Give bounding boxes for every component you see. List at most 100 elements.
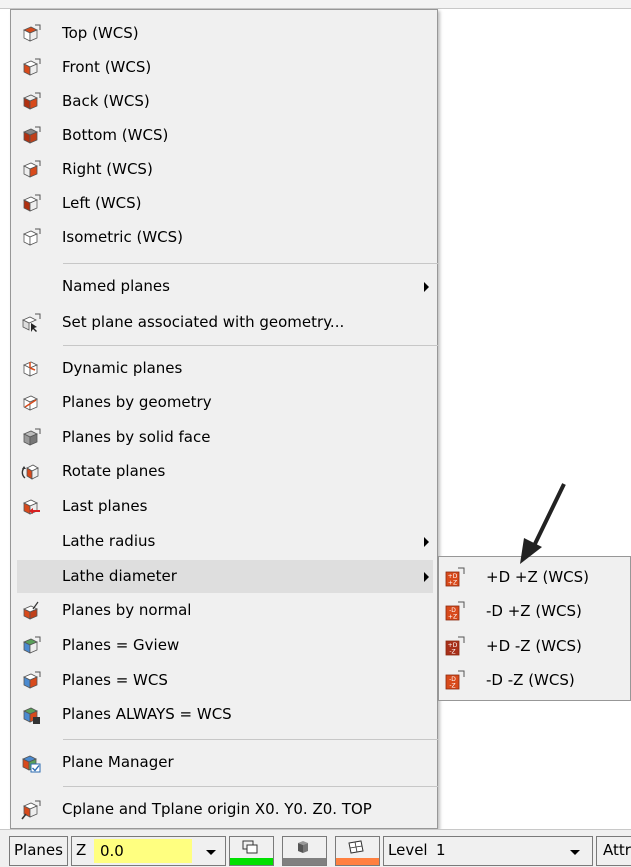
submenu-item-minus-d-plus-z[interactable]: -D +Z -D +Z (WCS) [442, 594, 628, 628]
menu-item-last-planes[interactable]: Last planes [17, 490, 433, 523]
solid-color-bar [283, 858, 326, 865]
menu-item-label: Planes = Gview [62, 636, 180, 654]
plane-gview-icon [23, 636, 41, 654]
callout-arrow-icon [520, 483, 566, 564]
lathe-diameter-submenu: +D +Z +D +Z (WCS) -D +Z -D +Z (WCS) +D -… [438, 556, 631, 701]
cplane-origin-icon [21, 800, 41, 820]
menu-item-dynamic-planes[interactable]: Dynamic planes [17, 352, 433, 385]
menu-item-lathe-diameter[interactable]: Lathe diameter [17, 560, 433, 593]
menu-item-label: Set plane associated with geometry... [62, 313, 345, 331]
svg-text:+Z: +Z [448, 614, 457, 621]
menu-item-label: Front (WCS) [62, 58, 152, 76]
menu-item-left-wcs[interactable]: Left (WCS) [17, 187, 433, 220]
menu-item-front-wcs[interactable]: Front (WCS) [17, 51, 433, 84]
submenu-arrow-icon [424, 572, 429, 582]
z-depth-field[interactable]: Z 0.0 [71, 836, 226, 866]
menu-item-label: Last planes [62, 497, 148, 515]
dynamic-plane-icon [23, 361, 38, 377]
menu-item-plane-manager[interactable]: Plane Manager [17, 746, 433, 779]
submenu-item-label: +D -Z (WCS) [486, 637, 582, 655]
svg-text:+Z: +Z [448, 580, 457, 587]
wireframe-color-icon [242, 840, 258, 854]
menu-item-top-wcs[interactable]: Top (WCS) [17, 17, 433, 50]
planes-label: Planes [14, 841, 63, 859]
menu-item-right-wcs[interactable]: Right (WCS) [17, 153, 433, 186]
menu-item-label: Plane Manager [62, 753, 174, 771]
level-value[interactable]: 1 [436, 841, 446, 859]
wireframe-color-bar [230, 858, 273, 865]
surface-color-bar [336, 858, 379, 865]
menu-item-label: Lathe diameter [62, 567, 177, 585]
submenu-arrow-icon [424, 537, 429, 547]
attributes-label: Attri [603, 841, 631, 859]
level-label: Level [388, 841, 428, 859]
menu-item-label: Bottom (WCS) [62, 126, 169, 144]
level-dropdown-icon[interactable] [570, 850, 580, 855]
planes-button[interactable]: Planes [9, 836, 68, 866]
submenu-item-label: -D +Z (WCS) [486, 602, 582, 620]
z-dropdown-icon[interactable] [206, 850, 216, 855]
menu-item-named-planes[interactable]: Named planes [17, 270, 433, 303]
menu-item-set-plane-associated[interactable]: Set plane associated with geometry... [17, 306, 433, 339]
menu-item-label: Top (WCS) [62, 24, 139, 42]
menu-separator [63, 786, 438, 787]
z-value: 0.0 [100, 842, 124, 860]
menu-item-label: Back (WCS) [62, 92, 150, 110]
menu-item-cplane-tplane-origin[interactable]: Cplane and Tplane origin X0. Y0. Z0. TOP [17, 793, 433, 826]
status-bar: Planes Z 0.0 Level 1 Attr [0, 829, 631, 867]
menu-item-lathe-radius[interactable]: Lathe radius [17, 525, 433, 558]
menu-item-planes-wcs[interactable]: Planes = WCS [17, 664, 433, 697]
menu-item-label: Isometric (WCS) [62, 228, 184, 246]
menu-item-label: Cplane and Tplane origin X0. Y0. Z0. TOP [62, 800, 372, 818]
menu-separator [63, 739, 438, 740]
menu-item-label: Planes = WCS [62, 671, 168, 689]
menu-item-label: Planes by solid face [62, 428, 211, 446]
menu-item-planes-by-solid-face[interactable]: Planes by solid face [17, 421, 433, 454]
menu-item-label: Right (WCS) [62, 160, 153, 178]
svg-text:-Z: -Z [449, 649, 455, 656]
submenu-item-minus-d-minus-z[interactable]: -D -Z -D -Z (WCS) [442, 663, 628, 697]
cube-top-icon [23, 24, 41, 42]
top-strip [0, 0, 631, 9]
z-value-input[interactable]: 0.0 [94, 839, 192, 863]
lathe-plus-d-plus-z-icon: +D +Z [445, 567, 465, 587]
menu-separator [63, 263, 438, 264]
submenu-item-plus-d-minus-z[interactable]: +D -Z +D -Z (WCS) [442, 629, 628, 663]
menu-item-planes-always-wcs[interactable]: Planes ALWAYS = WCS [17, 698, 433, 731]
submenu-arrow-icon [424, 282, 429, 292]
attributes-button[interactable]: Attri [596, 836, 631, 866]
menu-separator [63, 345, 438, 346]
menu-item-label: Planes by geometry [62, 393, 212, 411]
submenu-item-label: -D -Z (WCS) [486, 671, 575, 689]
menu-item-planes-gview[interactable]: Planes = Gview [17, 629, 433, 662]
plane-by-geometry-icon [23, 395, 38, 411]
menu-item-back-wcs[interactable]: Back (WCS) [17, 85, 433, 118]
solid-color-button[interactable] [282, 836, 327, 866]
svg-text:-Z: -Z [449, 683, 455, 690]
wireframe-color-button[interactable] [229, 836, 274, 866]
surface-color-icon [348, 840, 364, 854]
lathe-plus-d-minus-z-icon: +D -Z [445, 636, 465, 656]
plane-wcs-icon [23, 671, 41, 689]
solid-color-icon [298, 841, 308, 853]
plane-normal-icon [23, 601, 39, 620]
lathe-minus-d-plus-z-icon: -D +Z [445, 601, 465, 621]
submenu-item-label: +D +Z (WCS) [486, 568, 590, 586]
menu-item-label: Named planes [62, 277, 170, 295]
menu-item-label: Dynamic planes [62, 359, 183, 377]
menu-item-planes-by-normal[interactable]: Planes by normal [17, 594, 433, 627]
menu-item-planes-by-geometry[interactable]: Planes by geometry [17, 386, 433, 419]
rotate-plane-icon [21, 464, 39, 480]
cube-left-icon [23, 194, 41, 212]
menu-item-bottom-wcs[interactable]: Bottom (WCS) [17, 119, 433, 152]
level-field[interactable]: Level 1 [383, 836, 593, 866]
cube-back-icon [23, 92, 41, 110]
menu-item-isometric-wcs[interactable]: Isometric (WCS) [17, 221, 433, 254]
menu-item-label: Left (WCS) [62, 194, 142, 212]
lathe-minus-d-minus-z-icon: -D -Z [445, 670, 465, 690]
surface-color-button[interactable] [335, 836, 380, 866]
planes-context-menu: Top (WCS) Front (WCS) Back (WCS) Bottom … [10, 9, 438, 829]
menu-item-label: Planes ALWAYS = WCS [62, 705, 232, 723]
last-plane-icon [23, 499, 40, 515]
menu-item-rotate-planes[interactable]: Rotate planes [17, 455, 433, 488]
